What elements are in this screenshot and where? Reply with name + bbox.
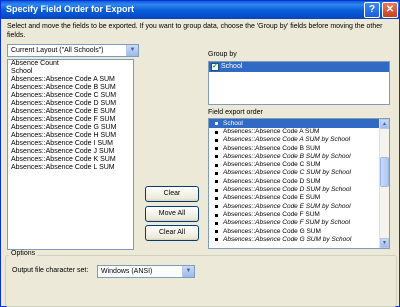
bullet-icon [215,196,218,200]
title-bar[interactable]: Specify Field Order for Export ? ✕ [1,1,399,19]
group-by-label: Group by [208,51,237,58]
group-by-item-school[interactable]: ✓ School [209,62,389,72]
list-item[interactable]: Absences::Absence Code F SUM [8,116,133,124]
list-item[interactable]: Absences::Absence Code I SUM [8,140,133,148]
source-layout-value: Current Layout ("All Schools") [11,47,104,54]
export-field-label: Absences::Absence Code F SUM by School [223,219,351,227]
export-field-label: School [223,120,243,127]
options-group [5,255,397,307]
list-item[interactable]: Absences::Absence Code C SUM [8,92,133,100]
instructions-text: Select and move the fields to be exporte… [7,23,383,39]
export-field-row[interactable]: Absences::Absence Code F SUM [209,211,389,219]
export-field-label: Absences::Absence Code A SUM [223,128,320,135]
list-item[interactable]: Absences::Absence Code D SUM [8,100,133,108]
help-button[interactable]: ? [364,2,380,18]
close-button[interactable]: ✕ [382,2,398,18]
bullet-icon [215,180,218,184]
bullet-icon [215,163,218,167]
options-legend: Options [9,250,38,257]
export-field-row[interactable]: School [209,119,389,128]
field-export-order-list[interactable]: School Absences::Absence Code A SUM Absenc… [208,118,390,249]
bullet-icon [215,121,218,125]
charset-value: Windows (ANSI) [101,268,153,275]
list-item[interactable]: Absences::Absence Code L SUM [8,164,133,172]
bullet-icon [215,172,218,176]
export-field-label: Absences::Absence Code D SUM by School [223,186,351,194]
bullet-icon [215,221,218,225]
export-field-row[interactable]: Absences::Absence Code A SUM [209,128,389,136]
list-item[interactable]: School [8,68,133,76]
list-item[interactable]: Absences::Absence Code B SUM [8,84,133,92]
export-field-row[interactable]: Absences::Absence Code G SUM [209,228,389,236]
vertical-scrollbar[interactable]: ▲ ▼ [379,119,389,248]
export-field-row[interactable]: Absences::Absence Code B SUM [209,145,389,153]
move-all-button[interactable]: Move All [145,206,199,222]
clear-button[interactable]: Clear [145,186,199,202]
field-export-order-label: Field export order [208,109,263,116]
export-field-label: Absences::Absence Code E SUM [223,194,321,202]
list-item[interactable]: Absences::Absence Code J SUM [8,148,133,156]
export-field-label: Absences::Absence Code A SUM by School [223,136,351,144]
clear-all-button[interactable]: Clear All [145,225,199,241]
export-field-label: Absences::Absence Code D SUM [223,177,321,185]
chevron-down-icon[interactable]: ▼ [182,266,194,277]
export-field-row[interactable]: Absences::Absence Code C SUM [209,161,389,169]
group-by-list[interactable]: ✓ School [208,61,390,105]
bullet-icon [215,188,218,192]
bullet-icon [215,130,218,134]
window-title: Specify Field Order for Export [6,4,135,14]
export-field-row[interactable]: Absences::Absence Code D SUM by School [209,186,389,194]
export-field-row[interactable]: Absences::Absence Code E SUM by School [209,203,389,211]
bullet-icon [215,230,218,234]
export-field-row[interactable]: Absences::Absence Code E SUM [209,194,389,202]
scroll-down-icon[interactable]: ▼ [380,238,389,248]
export-field-label: Absences::Absence Code F SUM [223,210,320,218]
export-field-label: Absences::Absence Code C SUM by School [223,169,351,177]
export-field-label: Absences::Absence Code E SUM by School [223,202,351,210]
list-item[interactable]: Absences::Absence Code H SUM [8,132,133,140]
list-item[interactable]: Absences::Absence Code K SUM [8,156,133,164]
bullet-icon [215,147,218,151]
export-field-row[interactable]: Absences::Absence Code C SUM by School [209,169,389,177]
export-field-label: Absences::Absence Code G SUM [223,227,321,235]
list-item[interactable]: Absences::Absence Code G SUM [8,124,133,132]
export-field-row[interactable]: Absences::Absence Code G SUM by School [209,236,389,244]
export-dialog: Specify Field Order for Export ? ✕ Selec… [0,0,400,307]
export-field-row[interactable]: Absences::Absence Code F SUM by School [209,219,389,227]
bullet-icon [215,205,218,209]
export-field-label: Absences::Absence Code B SUM [223,144,321,152]
chevron-down-icon[interactable]: ▼ [126,45,138,56]
charset-label: Output file character set: [12,267,89,274]
bullet-icon [215,213,218,217]
bullet-icon [215,155,218,159]
scroll-thumb[interactable] [380,157,389,187]
charset-select[interactable]: Windows (ANSI) ▼ [97,265,195,278]
export-field-label: Absences::Absence Code C SUM [223,161,321,169]
checkbox-checked-icon[interactable]: ✓ [211,63,219,71]
bullet-icon [215,138,218,142]
export-field-row[interactable]: Absences::Absence Code B SUM by School [209,153,389,161]
source-layout-select[interactable]: Current Layout ("All Schools") ▼ [7,44,139,57]
export-field-row[interactable]: Absences::Absence Code A SUM by School [209,136,389,144]
group-by-item-label: School [221,63,243,70]
export-field-label: Absences::Absence Code B SUM by School [223,152,351,160]
bullet-icon [215,238,218,242]
export-field-row[interactable]: Absences::Absence Code D SUM [209,178,389,186]
list-item[interactable]: Absence Count [8,60,133,68]
export-field-label: Absences::Absence Code G SUM by School [223,235,352,243]
list-item[interactable]: Absences::Absence Code E SUM [8,108,133,116]
scroll-up-icon[interactable]: ▲ [380,119,389,129]
available-fields-list[interactable]: Absence Count School Absences::Absence Cod… [7,59,134,250]
list-item[interactable]: Absences::Absence Code A SUM [8,76,133,84]
